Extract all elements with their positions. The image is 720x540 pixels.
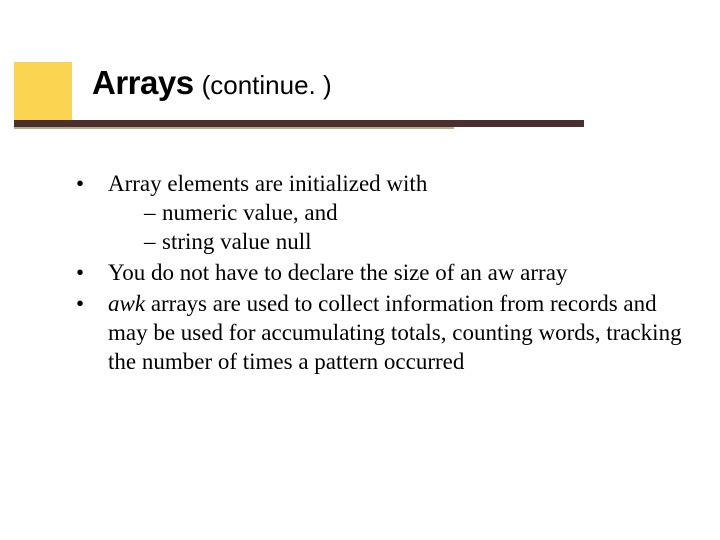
sub-item: numeric value, and [144, 199, 683, 228]
slide-header: Arrays (continue. ) [0, 0, 720, 140]
bullet-text: You do not have to declare the size of a… [108, 260, 567, 285]
bullet-text: arrays are used to collect information f… [108, 291, 682, 374]
list-item: Array elements are initialized with nume… [68, 170, 683, 257]
title-suffix: (continue. ) [202, 70, 332, 100]
bullet-list: Array elements are initialized with nume… [68, 170, 683, 377]
bullet-text: Array elements are initialized with [108, 171, 427, 196]
slide-title: Arrays (continue. ) [92, 64, 332, 102]
bullet-italic: awk [108, 291, 145, 316]
header-rule-dark [14, 120, 584, 127]
list-item: awk arrays are used to collect informati… [68, 290, 683, 377]
sub-text: numeric value, and [162, 200, 338, 225]
sub-item: string value null [144, 228, 683, 257]
sub-text: string value null [162, 229, 311, 254]
slide-body: Array elements are initialized with nume… [68, 170, 683, 379]
decorative-square [14, 62, 72, 120]
title-main: Arrays [92, 64, 194, 101]
slide: Arrays (continue. ) Array elements are in… [0, 0, 720, 540]
list-item: You do not have to declare the size of a… [68, 259, 683, 288]
header-rule-light [14, 127, 454, 129]
sub-list: numeric value, and string value null [108, 199, 683, 257]
